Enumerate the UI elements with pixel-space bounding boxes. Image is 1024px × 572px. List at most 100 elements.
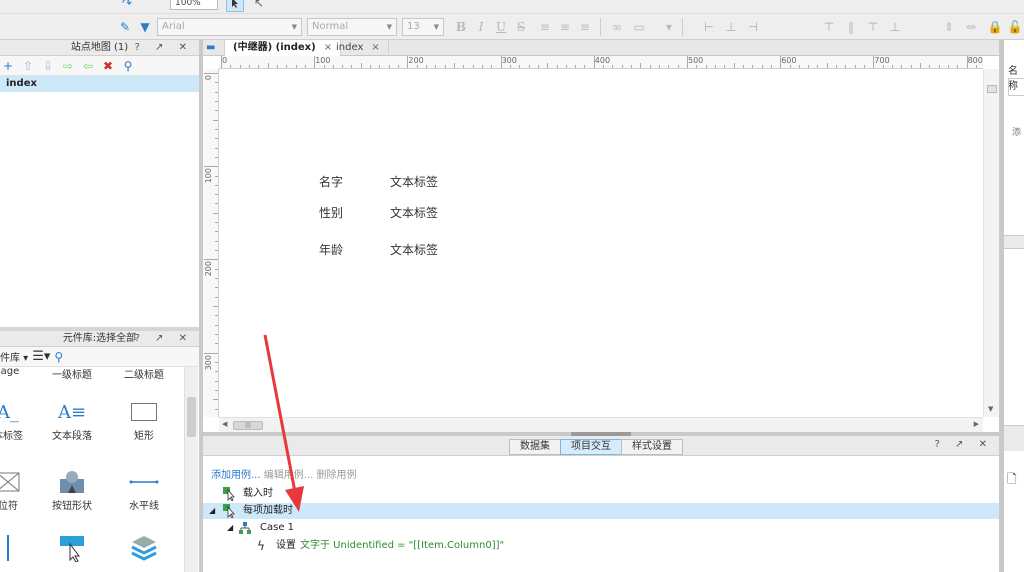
tab-interactions[interactable]: 项目交互	[560, 439, 622, 455]
label-gender-key[interactable]: 性别	[319, 204, 343, 221]
widget-horizontal-line[interactable]: 水平线	[114, 467, 174, 512]
format-painter-button[interactable]: ✎	[116, 18, 134, 36]
zoom-select[interactable]: 100%	[170, 0, 218, 10]
panel-controls[interactable]: ? ↗ ✕	[135, 331, 193, 347]
canvas-vertical-scrollbar[interactable]: ▼	[983, 69, 999, 417]
canvas-horizontal-scrollbar[interactable]: ◀ ||| ▶	[219, 417, 983, 432]
library-scrollbar[interactable]	[184, 367, 198, 572]
ruler-tick	[230, 65, 232, 68]
align-bottom-button[interactable]: ⊥	[886, 18, 904, 36]
widget-label-text[interactable]: A_ 本标签	[0, 397, 38, 443]
label-name-value[interactable]: 文本标签	[390, 173, 438, 190]
label-age-value[interactable]: 文本标签	[390, 241, 438, 258]
align-bottom-icon: ⊥	[889, 20, 901, 34]
design-canvas[interactable]: 名字 文本标签 性别 文本标签 年龄 文本标签	[219, 69, 983, 417]
widget-rectangle[interactable]: 矩形	[114, 397, 174, 442]
tab-dataset[interactable]: 数据集	[509, 439, 561, 455]
widget-paragraph[interactable]: A≡ 文本段落	[42, 397, 102, 443]
ruler-tick	[370, 65, 372, 68]
align-top-button[interactable]: ⊤	[864, 18, 882, 36]
event-onload[interactable]: 载入时	[203, 486, 999, 502]
scrollbar-thumb[interactable]: |||	[233, 421, 263, 430]
ruler-tick	[789, 65, 791, 68]
action-row[interactable]: ϟ 设置 文字于 Unidentified = "[[Item.Column0]…	[203, 538, 999, 554]
panel-controls[interactable]: ? ↗ ✕	[935, 439, 993, 450]
align-objects-center-button[interactable]: ⊥	[722, 18, 740, 36]
edit-case-link[interactable]: 编辑用例...	[264, 470, 314, 481]
unlock-button[interactable]: 🔓	[1006, 18, 1024, 36]
scrollbar-thumb[interactable]	[187, 397, 196, 437]
widget-placeholder[interactable]: 位符	[0, 467, 38, 512]
strike-button[interactable]: S	[512, 18, 530, 36]
bold-button[interactable]: B	[452, 18, 470, 36]
scroll-down-icon[interactable]: ▼	[988, 405, 993, 413]
widget-dynamic-panel[interactable]	[114, 533, 174, 563]
indent-button[interactable]: ⇨	[60, 58, 76, 74]
widget-hotspot[interactable]	[42, 533, 102, 563]
name-input[interactable]	[1008, 78, 1024, 96]
delete-case-link[interactable]: 删除用例	[316, 470, 356, 481]
connector-tool-button[interactable]: ↖	[250, 0, 268, 12]
close-icon[interactable]: ×	[371, 42, 379, 53]
widget-image[interactable]: age	[0, 367, 40, 377]
fill-color-button[interactable]: ▭	[630, 18, 648, 36]
move-down-button[interactable]: ⇩	[40, 58, 56, 74]
distribute-v-button[interactable]: ‖	[842, 18, 860, 36]
lock-button[interactable]: 🔒	[986, 18, 1004, 36]
move-up-button[interactable]: ⇧	[20, 58, 36, 74]
scrollbar-thumb[interactable]	[987, 85, 997, 93]
font-style-select[interactable]: Normal ▼	[307, 18, 397, 36]
add-case-link[interactable]: 添加用例...	[211, 470, 261, 481]
spacing-h-button[interactable]: ⇔	[962, 18, 980, 36]
widget-button-shape[interactable]: 按钮形状	[42, 467, 102, 512]
page-icon-tab[interactable]: ▬	[203, 40, 225, 56]
align-right-button[interactable]: ≡	[576, 18, 594, 36]
tab-repeater-index[interactable]: (中继器) (index) ×	[225, 40, 342, 56]
case-row[interactable]: ◢ Case 1	[203, 520, 999, 536]
ruler-tick	[204, 73, 218, 74]
distribute-v-icon: ‖	[848, 20, 854, 34]
ruler-tick	[687, 56, 688, 68]
widget-vertical-line[interactable]	[0, 533, 38, 563]
search-icon[interactable]: ⚲	[120, 58, 136, 74]
library-select[interactable]: 件库 ▾	[0, 349, 28, 364]
collapse-icon[interactable]: ◢	[209, 503, 215, 519]
widget-heading1[interactable]: 一级标题	[42, 367, 102, 381]
pointer-tool-button[interactable]	[226, 0, 244, 12]
delete-page-button[interactable]: ✖	[100, 58, 116, 74]
outdent-button[interactable]: ⇦	[80, 58, 96, 74]
label-name-key[interactable]: 名字	[319, 173, 343, 190]
ruler-tick	[215, 250, 218, 252]
italic-button[interactable]: I	[472, 18, 490, 36]
text-label-icon: A_	[0, 401, 19, 423]
align-objects-right-button[interactable]: ⊣	[744, 18, 762, 36]
hotspot-icon	[42, 533, 102, 563]
align-center-button[interactable]: ≡	[556, 18, 574, 36]
spacing-button[interactable]: ⇕	[940, 18, 958, 36]
align-objects-left-button[interactable]: ⊢	[700, 18, 718, 36]
label-age-key[interactable]: 年龄	[319, 241, 343, 258]
scroll-right-icon[interactable]: ▶	[974, 420, 979, 428]
line-color-button[interactable]: ▾	[660, 18, 678, 36]
add-page-button[interactable]: +	[0, 58, 16, 74]
menu-icon[interactable]: ☰▾	[32, 349, 50, 364]
font-family-select[interactable]: Arial ▼	[157, 18, 302, 36]
tab-style[interactable]: 样式设置	[621, 439, 683, 455]
sitemap-item-index[interactable]: index	[0, 76, 199, 92]
search-icon[interactable]: ⚲	[54, 350, 63, 364]
link-button[interactable]: ∞	[608, 18, 626, 36]
label-gender-value[interactable]: 文本标签	[390, 204, 438, 221]
widget-heading2[interactable]: 二级标题	[114, 367, 174, 381]
scroll-left-icon[interactable]: ◀	[222, 420, 227, 428]
paint-bucket-button[interactable]: ▼	[136, 18, 154, 36]
button-shape-icon	[42, 467, 102, 497]
underline-button[interactable]: U	[492, 18, 510, 36]
redo-button[interactable]: ↷	[118, 0, 136, 12]
collapse-icon[interactable]: ◢	[227, 520, 233, 536]
distribute-h-button[interactable]: ⊤	[820, 18, 838, 36]
panel-controls[interactable]: ? ↗ ✕	[135, 40, 193, 56]
tab-index[interactable]: index ×	[328, 40, 389, 56]
font-size-select[interactable]: 13 ▼	[402, 18, 444, 36]
align-left-button[interactable]: ≡	[536, 18, 554, 36]
event-onitemload[interactable]: ◢ 每项加载时	[203, 503, 999, 519]
